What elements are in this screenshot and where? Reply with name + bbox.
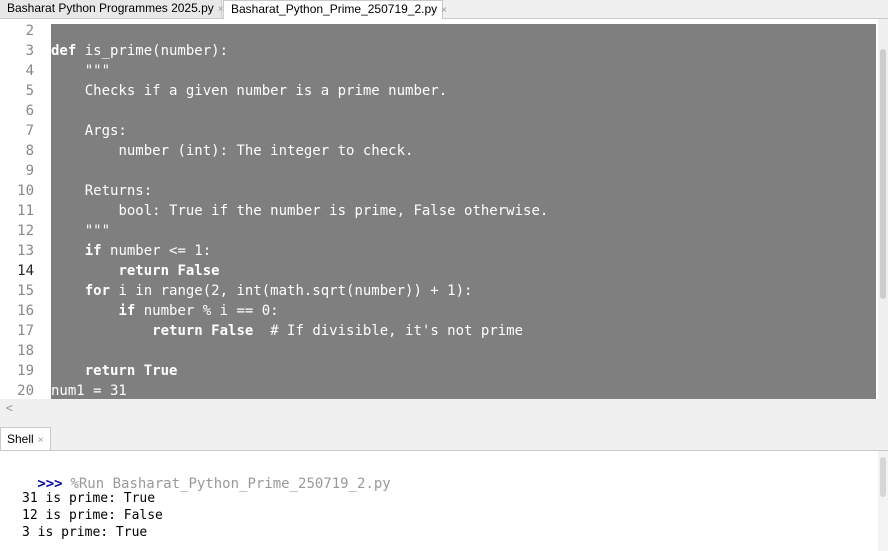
shell-console[interactable]: >>> %Run Basharat_Python_Prime_250719_2.… (0, 451, 888, 551)
line-number: 20 (17, 383, 34, 399)
code-text: Args: (84, 123, 127, 139)
line-number: 9 (25, 163, 34, 179)
shell-tab-label: Shell (7, 432, 34, 446)
code-line: Returns: (51, 181, 152, 201)
code-text: # If divisible, it's not prime (253, 323, 524, 339)
code-line: def is_prime(number): (51, 41, 228, 61)
line-number: 15 (17, 283, 34, 299)
code-text: bool: True if the number is prime, False… (118, 203, 549, 219)
shell-tab-bar: Shell × (0, 427, 888, 451)
code-line: bool: True if the number is prime, False… (51, 201, 548, 221)
code-line: return False # If divisible, it's not pr… (51, 321, 523, 341)
code-text: i in range(2, int(math.sqrt(number)) + 1… (118, 283, 473, 299)
tab-basharat-python-programmes[interactable]: Basharat Python Programmes 2025.py × (0, 0, 224, 18)
code-line: Checks if a given number is a prime numb… (51, 81, 447, 101)
code-area-selected[interactable]: def is_prime(number): """ Checks if a gi… (51, 24, 876, 399)
code-line: """ (51, 221, 110, 241)
close-icon[interactable]: × (441, 5, 447, 16)
editor-vertical-scrollbar[interactable] (878, 19, 888, 399)
code-keyword: return False (118, 263, 220, 279)
code-line: if number <= 1: (51, 241, 211, 261)
code-editor[interactable]: 2 3 4 5 6 7 8 9 10 11 12 13 14 15 16 17 18 19 20 def is_pr… (0, 19, 888, 399)
code-text: """ (84, 223, 111, 239)
code-line: return False (51, 261, 220, 281)
shell-prompt: >>> (37, 476, 63, 492)
scrollbar-thumb[interactable] (880, 457, 886, 497)
code-text: is_prime(number): (84, 43, 229, 59)
tab-shell[interactable]: Shell × (0, 427, 51, 450)
scrollbar-thumb[interactable] (880, 49, 886, 299)
tab-label: Basharat Python Programmes 2025.py (7, 1, 214, 15)
line-number-gutter: 2 3 4 5 6 7 8 9 10 11 12 13 14 15 16 17 18 19 20 (0, 19, 46, 399)
tab-basharat-python-prime[interactable]: Basharat_Python_Prime_250719_2.py × (223, 0, 447, 19)
line-number: 2 (25, 23, 34, 39)
code-line: return True (51, 361, 178, 381)
shell-command: %Run Basharat_Python_Prime_250719_2.py (70, 476, 391, 492)
line-number: 18 (17, 343, 34, 359)
code-keyword: for (84, 283, 119, 299)
line-number: 17 (17, 323, 34, 339)
code-line: if number % i == 0: (51, 301, 279, 321)
line-number: 12 (17, 223, 34, 239)
line-number: 11 (17, 203, 34, 219)
code-keyword: return True (84, 363, 178, 379)
line-number: 7 (25, 123, 34, 139)
code-keyword: def (51, 43, 85, 59)
code-line: number (int): The integer to check. (51, 141, 413, 161)
line-number: 5 (25, 83, 34, 99)
code-text: Returns: (84, 183, 153, 199)
shell-output-line: 12 is prime: False (22, 508, 163, 523)
code-keyword: if (118, 303, 144, 319)
code-keyword: return False (152, 323, 254, 339)
code-text: num1 = 31 (51, 383, 127, 399)
code-line: num1 = 31 (51, 381, 127, 399)
line-number: 4 (25, 63, 34, 79)
code-text: number (int): The integer to check. (118, 143, 414, 159)
line-number: 3 (25, 43, 34, 59)
editor-tab-bar: Basharat Python Programmes 2025.py × Bash… (0, 0, 888, 19)
code-line: Args: (51, 121, 127, 141)
scroll-left-arrow-icon[interactable]: < (6, 401, 13, 415)
code-text: """ (84, 63, 111, 79)
editor-horizontal-scrollbar[interactable]: < (0, 399, 888, 419)
shell-output-line: 3 is prime: True (22, 525, 148, 540)
tab-label: Basharat_Python_Prime_250719_2.py (231, 2, 438, 16)
close-icon[interactable]: × (38, 435, 44, 446)
line-number: 6 (25, 103, 34, 119)
code-text: Checks if a given number is a prime numb… (84, 83, 448, 99)
line-number: 10 (17, 183, 34, 199)
code-line: for i in range(2, int(math.sqrt(number))… (51, 281, 473, 301)
shell-output-line: 31 is prime: True (22, 491, 156, 506)
line-number: 13 (17, 243, 34, 259)
code-text: number % i == 0: (143, 303, 279, 319)
line-number: 8 (25, 143, 34, 159)
line-number: 19 (17, 363, 34, 379)
line-number: 14 (17, 263, 34, 279)
code-line: """ (51, 61, 110, 81)
code-text: number <= 1: (110, 243, 212, 259)
code-keyword: if (84, 243, 111, 259)
line-number: 16 (17, 303, 34, 319)
shell-vertical-scrollbar[interactable] (878, 451, 888, 551)
